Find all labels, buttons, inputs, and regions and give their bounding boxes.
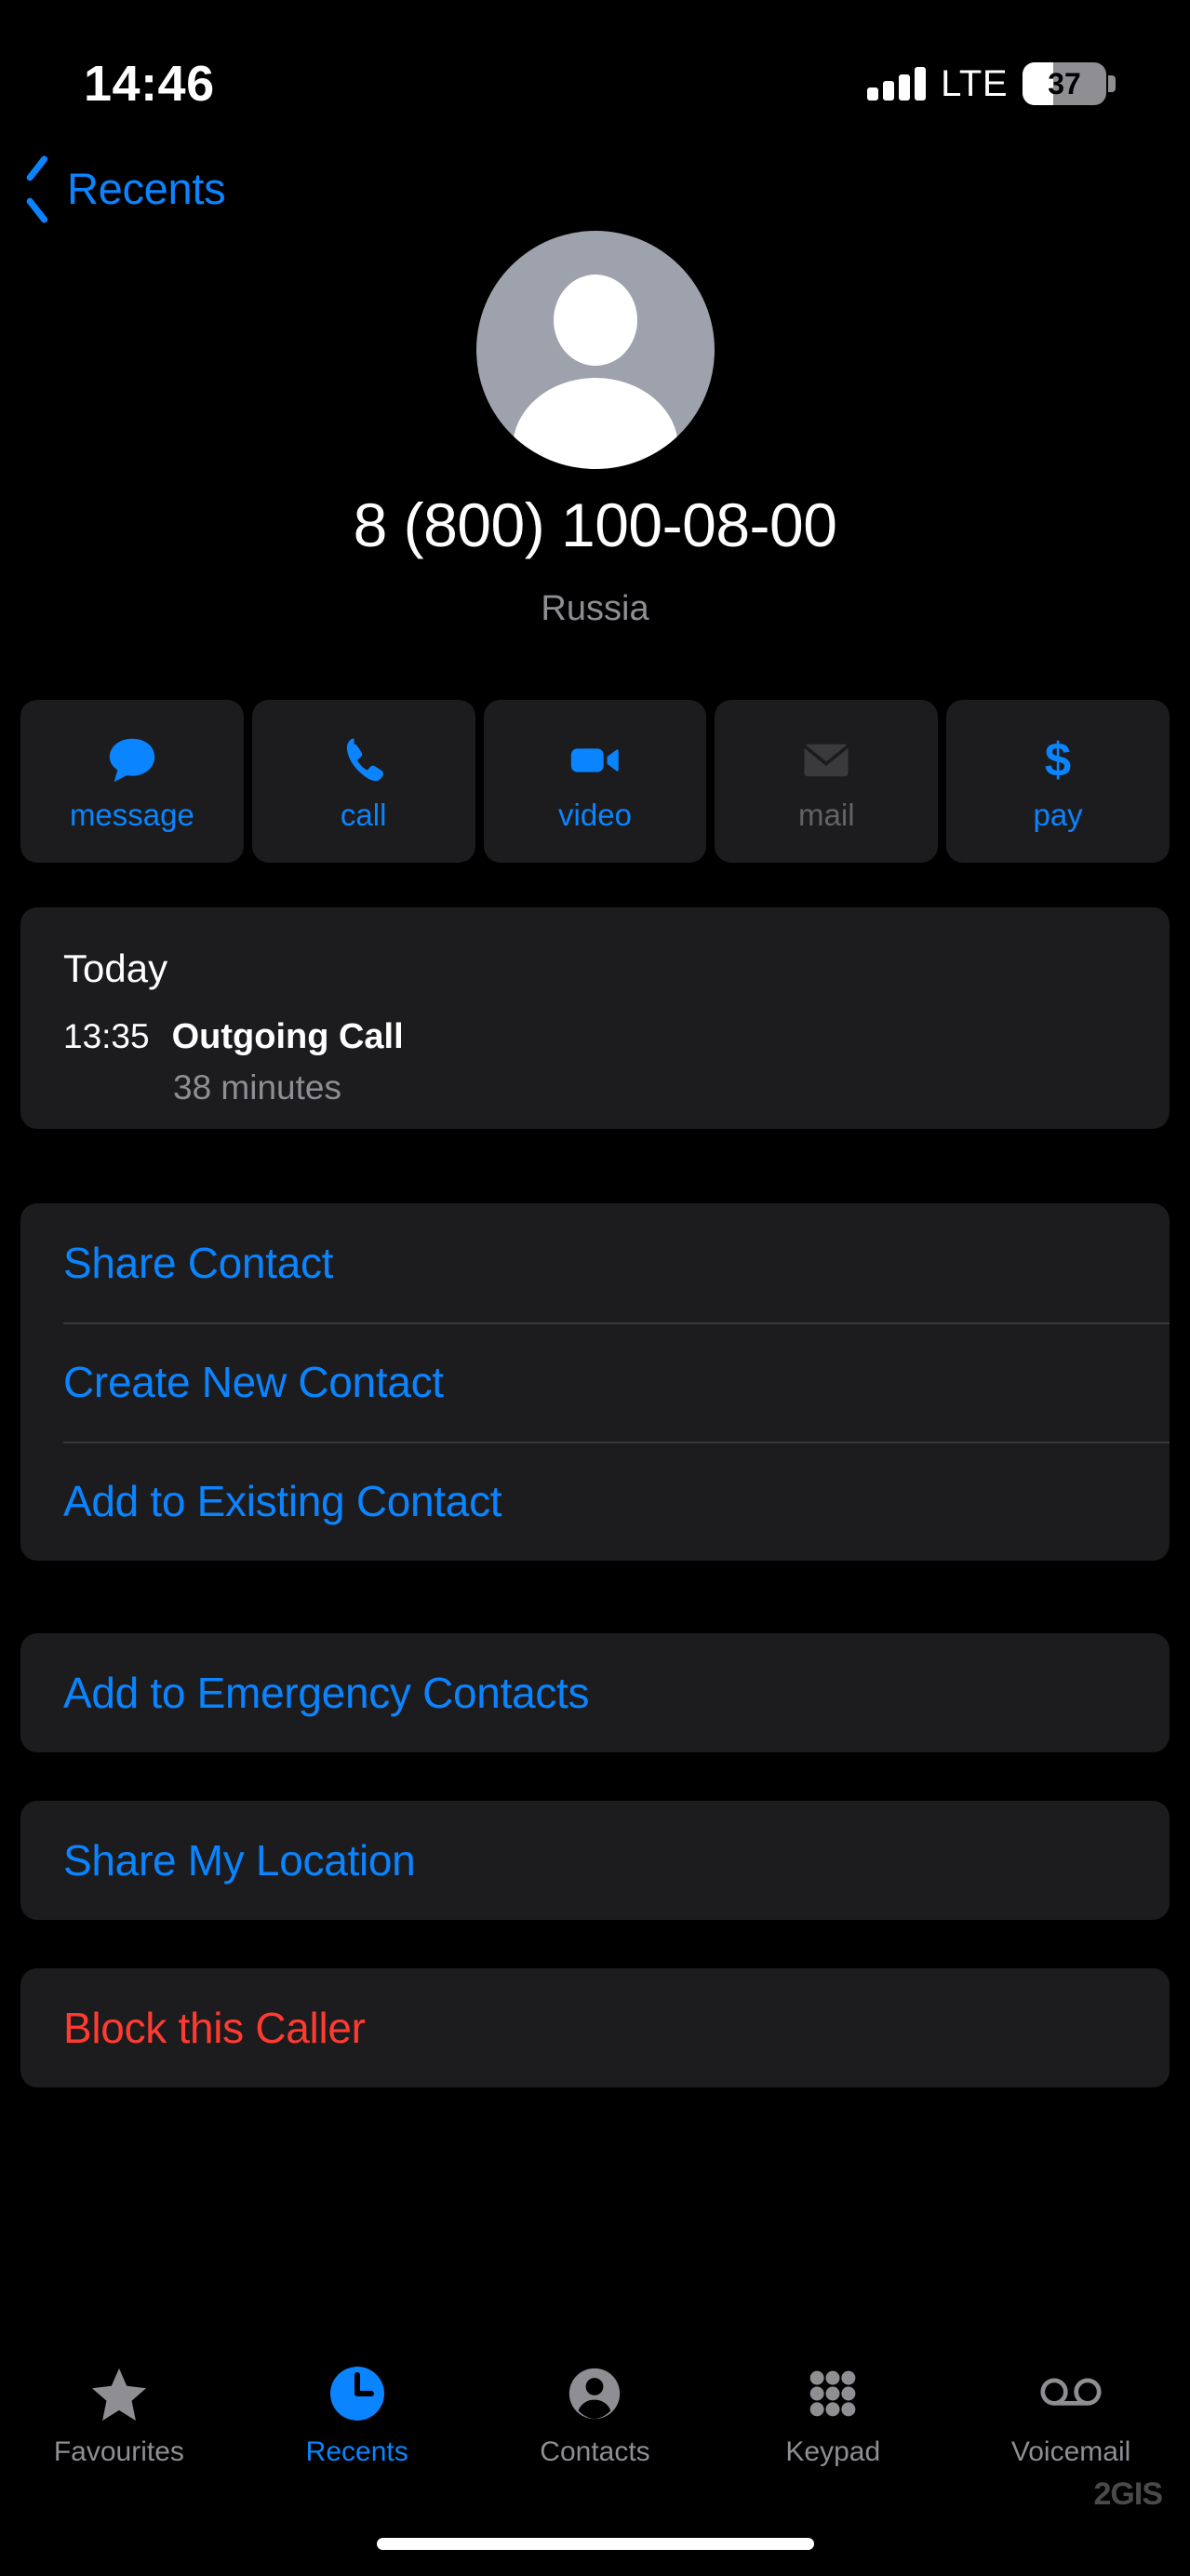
video-button[interactable]: video — [483, 700, 707, 863]
svg-text:$: $ — [1045, 733, 1071, 785]
block-this-caller-label: Block this Caller — [63, 2004, 366, 2052]
contact-actions-card: Share Contact Create New Contact Add to … — [20, 1203, 1170, 1561]
tab-contacts-label: Contacts — [540, 2436, 650, 2467]
tab-voicemail[interactable]: Voicemail — [952, 2362, 1190, 2468]
share-contact-label: Share Contact — [63, 1239, 334, 1287]
battery-cap — [1108, 75, 1116, 92]
mail-button-label: mail — [798, 797, 855, 832]
tab-contacts[interactable]: Contacts — [476, 2362, 715, 2468]
tab-recents-label: Recents — [305, 2436, 408, 2467]
envelope-icon — [799, 731, 853, 790]
call-history-card: Today 13:35 Outgoing Call 38 minutes — [20, 907, 1170, 1129]
message-bubble-icon — [103, 731, 161, 790]
status-bar-indicators: LTE 37 — [867, 62, 1116, 105]
network-type-label: LTE — [941, 62, 1008, 104]
message-button-label: message — [69, 797, 194, 832]
add-to-emergency-contacts-item[interactable]: Add to Emergency Contacts — [20, 1633, 1170, 1752]
tab-recents[interactable]: Recents — [238, 2362, 476, 2468]
tab-favourites[interactable]: Favourites — [0, 2362, 238, 2468]
star-icon — [89, 2362, 149, 2425]
battery-percent-label: 37 — [1048, 66, 1081, 101]
mail-button[interactable]: mail — [715, 700, 939, 863]
tab-voicemail-label: Voicemail — [1010, 2436, 1131, 2467]
call-history-type: Outgoing Call — [171, 1017, 404, 1056]
emergency-contacts-card: Add to Emergency Contacts — [20, 1633, 1170, 1752]
tab-keypad-label: Keypad — [785, 2436, 881, 2467]
watermark: 2GIS — [1093, 2476, 1163, 2512]
person-icon — [567, 2362, 622, 2425]
status-bar-time: 14:46 — [84, 56, 215, 112]
add-to-emergency-contacts-label: Add to Emergency Contacts — [63, 1669, 590, 1717]
status-bar: 14:46 LTE 37 — [0, 0, 1190, 140]
avatar-head — [553, 275, 637, 366]
quick-action-row: message call video mail $ pay — [20, 700, 1170, 863]
call-button-label: call — [340, 797, 387, 832]
video-button-label: video — [558, 797, 632, 832]
call-history-entry: 13:35 Outgoing Call — [63, 1017, 1127, 1057]
call-history-day: Today — [63, 946, 168, 990]
share-my-location-label: Share My Location — [63, 1836, 416, 1885]
clock-icon — [328, 2362, 387, 2425]
video-camera-icon — [566, 731, 623, 790]
dollar-sign-icon: $ — [1031, 731, 1085, 790]
contact-region-label: Russia — [541, 589, 649, 628]
block-caller-card: Block this Caller — [20, 1968, 1170, 2087]
avatar — [475, 231, 715, 469]
call-button[interactable]: call — [251, 700, 475, 863]
avatar-body — [512, 378, 678, 469]
voicemail-icon — [1039, 2362, 1103, 2425]
back-button-label: Recents — [67, 164, 226, 213]
tab-favourites-label: Favourites — [53, 2436, 184, 2467]
share-contact-item[interactable]: Share Contact — [20, 1203, 1170, 1322]
pay-button-label: pay — [1033, 797, 1083, 832]
back-button[interactable]: Recents — [24, 163, 226, 214]
add-to-existing-contact-label: Add to Existing Contact — [63, 1477, 502, 1525]
battery-icon: 37 — [1023, 62, 1116, 105]
phone-call-details-screen: 14:46 LTE 37 Recents 8 (800) 100-08-00 R… — [0, 0, 1190, 2576]
share-location-card: Share My Location — [20, 1801, 1170, 1920]
create-new-contact-item[interactable]: Create New Contact — [20, 1322, 1170, 1442]
keypad-dots-icon — [805, 2362, 861, 2425]
chevron-left-icon — [24, 165, 52, 213]
tab-keypad[interactable]: Keypad — [714, 2362, 952, 2468]
call-history-duration: 38 minutes — [173, 1068, 341, 1107]
block-this-caller-item[interactable]: Block this Caller — [20, 1968, 1170, 2087]
share-my-location-item[interactable]: Share My Location — [20, 1801, 1170, 1920]
create-new-contact-label: Create New Contact — [63, 1358, 444, 1406]
phone-handset-icon — [337, 731, 391, 790]
call-history-time: 13:35 — [63, 1017, 150, 1055]
message-button[interactable]: message — [20, 700, 244, 863]
home-indicator[interactable] — [376, 2538, 814, 2550]
tab-bar: Favourites Recents Contacts Keypad Voice… — [0, 2362, 1190, 2502]
pay-button[interactable]: $ pay — [946, 700, 1170, 863]
add-to-existing-contact-item[interactable]: Add to Existing Contact — [20, 1442, 1170, 1561]
page-title: 8 (800) 100-08-00 — [353, 490, 837, 559]
cellular-signal-icon — [867, 67, 927, 101]
